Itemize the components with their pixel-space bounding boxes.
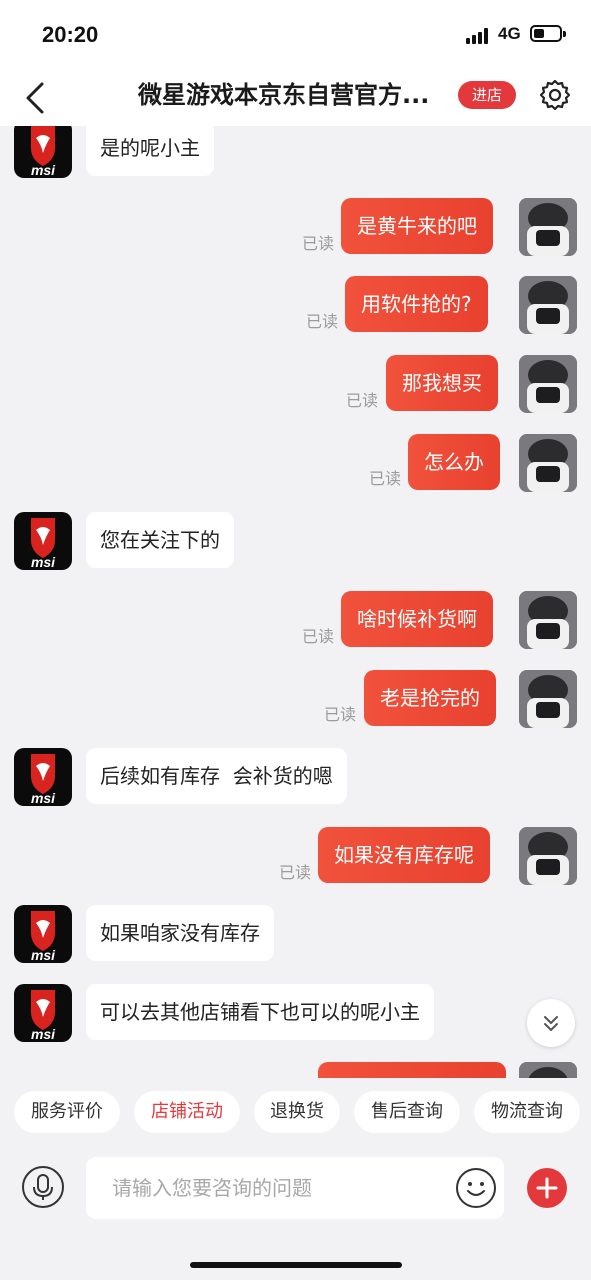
signal-icon: [466, 28, 492, 44]
user-avatar[interactable]: [519, 355, 577, 413]
message-bubble-shop: 是的呢小主: [86, 126, 214, 176]
msi-logo-icon: msi: [31, 990, 56, 1042]
more-actions-button[interactable]: [527, 1168, 567, 1208]
quick-action-return-exchange[interactable]: 退换货: [254, 1091, 340, 1133]
message-bubble-shop: 如果咱家没有库存: [86, 905, 274, 961]
message-bubble-user-partial: [318, 1062, 506, 1078]
quick-actions-bar: 服务评价 店铺活动 退换货 售后查询 物流查询: [0, 1078, 591, 1144]
read-status: 已读: [346, 391, 379, 410]
msi-logo-icon: msi: [31, 126, 56, 178]
chevron-left-icon: [26, 82, 44, 114]
msi-logo-icon: msi: [31, 518, 56, 570]
shop-title: 微星游戏本京东自营官方...: [138, 81, 430, 109]
user-avatar[interactable]: [519, 1062, 577, 1078]
smiley-icon: [467, 1182, 485, 1196]
battery-icon: [530, 25, 566, 42]
shop-logo-text: msi: [31, 1026, 56, 1042]
user-photo-icon: [519, 434, 577, 492]
read-status: 已读: [306, 312, 339, 331]
scroll-to-bottom-button[interactable]: [527, 999, 575, 1047]
quick-action-service-review[interactable]: 服务评价: [14, 1091, 120, 1133]
shop-logo-text: msi: [31, 790, 56, 806]
gear-icon: [539, 79, 571, 111]
user-avatar[interactable]: [519, 276, 577, 334]
quick-action-logistics[interactable]: 物流查询: [474, 1091, 580, 1133]
user-photo-icon: [519, 670, 577, 728]
message-bubble-shop: 后续如有库存 会补货的嗯: [86, 748, 347, 804]
shop-avatar[interactable]: msi: [14, 126, 72, 178]
shop-avatar[interactable]: msi: [14, 984, 72, 1042]
msi-logo-icon: msi: [31, 754, 56, 806]
voice-input-button[interactable]: [22, 1166, 64, 1208]
emoji-button[interactable]: [456, 1168, 496, 1208]
user-avatar[interactable]: [519, 434, 577, 492]
message-bubble-user: 是黄牛来的吧: [341, 198, 493, 254]
user-photo-icon: [519, 1062, 577, 1078]
user-avatar[interactable]: [519, 591, 577, 649]
chat-area[interactable]: msi 是的呢小主 已读 是黄牛来的吧 已读 用软件抢的? 已读 那我想买 已读…: [0, 126, 591, 1078]
user-photo-icon: [519, 198, 577, 256]
user-avatar[interactable]: [519, 827, 577, 885]
chat-header: 微星游戏本京东自营官方... 进店: [0, 70, 591, 126]
input-bar: [0, 1144, 591, 1280]
enter-store-button[interactable]: 进店: [458, 81, 516, 109]
quick-action-store-activity[interactable]: 店铺活动: [134, 1091, 240, 1133]
user-photo-icon: [519, 827, 577, 885]
message-bubble-user: 啥时候补货啊: [341, 591, 493, 647]
read-status: 已读: [279, 863, 312, 882]
message-input-box: [86, 1157, 504, 1219]
shop-avatar[interactable]: msi: [14, 512, 72, 570]
msi-logo-icon: msi: [31, 911, 56, 963]
double-chevron-down-icon: [544, 1016, 558, 1031]
user-photo-icon: [519, 355, 577, 413]
network-label: 4G: [498, 24, 521, 43]
shop-avatar[interactable]: msi: [14, 905, 72, 963]
read-status: 已读: [302, 627, 335, 646]
user-photo-icon: [519, 276, 577, 334]
plus-icon: [536, 1177, 558, 1199]
status-time: 20:20: [42, 22, 99, 47]
quick-action-after-sales[interactable]: 售后查询: [354, 1091, 460, 1133]
status-bar: 20:20 4G: [0, 0, 591, 70]
message-bubble-shop: 您在关注下的: [86, 512, 234, 568]
message-bubble-shop: 可以去其他店铺看下也可以的呢小主: [86, 984, 434, 1040]
message-bubble-user: 如果没有库存呢: [318, 827, 490, 883]
read-status: 已读: [324, 705, 357, 724]
read-status: 已读: [369, 469, 402, 488]
home-indicator[interactable]: [190, 1262, 402, 1268]
shop-logo-text: msi: [31, 947, 56, 963]
message-bubble-user: 用软件抢的?: [345, 276, 488, 332]
message-input[interactable]: [112, 1157, 452, 1219]
settings-button[interactable]: [538, 78, 572, 112]
shop-logo-text: msi: [31, 554, 56, 570]
user-avatar[interactable]: [519, 670, 577, 728]
message-bubble-user: 老是抢完的: [364, 670, 496, 726]
user-avatar[interactable]: [519, 198, 577, 256]
shop-avatar[interactable]: msi: [14, 748, 72, 806]
read-status: 已读: [302, 234, 335, 253]
user-photo-icon: [519, 591, 577, 649]
message-bubble-user: 怎么办: [408, 434, 500, 490]
message-bubble-user: 那我想买: [386, 355, 498, 411]
microphone-icon: [33, 1174, 53, 1200]
shop-logo-text: msi: [31, 162, 56, 178]
back-button[interactable]: [20, 78, 56, 118]
